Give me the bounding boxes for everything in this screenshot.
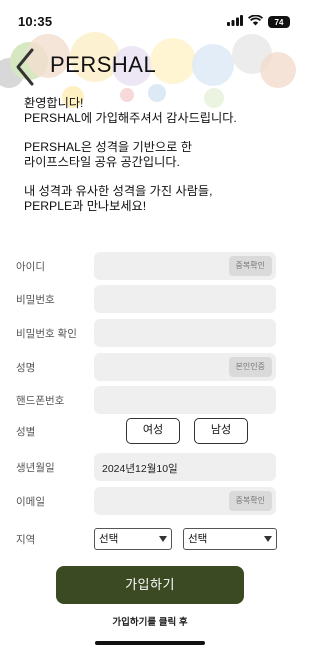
password-confirm-label: 비밀번호 확인 xyxy=(16,328,77,340)
row-id: 아이디 중복확인 xyxy=(0,252,300,282)
chevron-left-icon xyxy=(16,48,34,86)
phone-label: 핸드폰번호 xyxy=(16,395,65,407)
id-duplicate-check-button[interactable]: 중복확인 xyxy=(228,256,272,276)
region-label: 지역 xyxy=(16,534,36,546)
email-label: 이메일 xyxy=(16,496,45,508)
intro-paragraph-1: 환영합니다! PERSHAL에 가입해주셔서 감사드립니다. xyxy=(24,96,237,125)
region-select-2-value: 선택 xyxy=(188,533,208,545)
name-input[interactable]: 본인인증 xyxy=(94,353,276,381)
row-gender: 성별 여성 남성 xyxy=(0,418,300,448)
email-duplicate-check-button[interactable]: 중복확인 xyxy=(228,491,272,511)
row-password-confirm: 비밀번호 확인 xyxy=(0,319,300,349)
password-label: 비밀번호 xyxy=(16,294,55,306)
dropdown-arrow-icon xyxy=(264,536,272,542)
row-region: 지역 선택 선택 xyxy=(0,528,300,558)
row-password: 비밀번호 xyxy=(0,285,300,315)
row-phone: 핸드폰번호 xyxy=(0,386,300,416)
password-confirm-input[interactable] xyxy=(94,319,276,347)
birthdate-input[interactable]: 2024년12월10일 xyxy=(94,453,276,481)
row-name: 성명 본인인증 xyxy=(0,353,300,383)
gender-female-button[interactable]: 여성 xyxy=(126,418,180,444)
region-select-1-value: 선택 xyxy=(99,533,119,545)
identity-verify-button[interactable]: 본인인증 xyxy=(228,357,272,377)
back-button[interactable] xyxy=(10,44,40,90)
battery-icon: 74 xyxy=(268,16,290,28)
row-birthdate: 생년월일 2024년12월10일 xyxy=(0,453,300,483)
app-title: PERSHAL xyxy=(50,52,157,77)
phone-input[interactable] xyxy=(94,386,276,414)
row-email: 이메일 중복확인 xyxy=(0,487,300,517)
status-time: 10:35 xyxy=(18,14,53,29)
gender-label: 성별 xyxy=(16,426,36,438)
dropdown-arrow-icon xyxy=(159,536,167,542)
intro-paragraph-3: 내 성격과 유사한 성격을 가진 사람들, PERPLE과 만나보세요! xyxy=(24,184,213,213)
region-select-1[interactable]: 선택 xyxy=(94,528,172,550)
password-input[interactable] xyxy=(94,285,276,313)
intro-paragraph-2: PERSHAL은 성격을 기반으로 한 라이프스타일 공유 공간입니다. xyxy=(24,140,192,169)
id-label: 아이디 xyxy=(16,261,45,273)
gender-male-button[interactable]: 남성 xyxy=(194,418,248,444)
signup-submit-button[interactable]: 가입하기 xyxy=(56,566,244,604)
submit-note: 가입하기를 클릭 후 xyxy=(112,617,188,628)
birthdate-label: 생년월일 xyxy=(16,462,55,474)
email-input[interactable]: 중복확인 xyxy=(94,487,276,515)
intro-text: 환영합니다! PERSHAL에 가입해주셔서 감사드립니다. PERSHAL은 … xyxy=(24,96,284,228)
id-input[interactable]: 중복확인 xyxy=(94,252,276,280)
birthdate-value: 2024년12월10일 xyxy=(102,463,178,475)
name-label: 성명 xyxy=(16,362,36,374)
home-indicator xyxy=(95,641,205,645)
region-select-2[interactable]: 선택 xyxy=(183,528,277,550)
